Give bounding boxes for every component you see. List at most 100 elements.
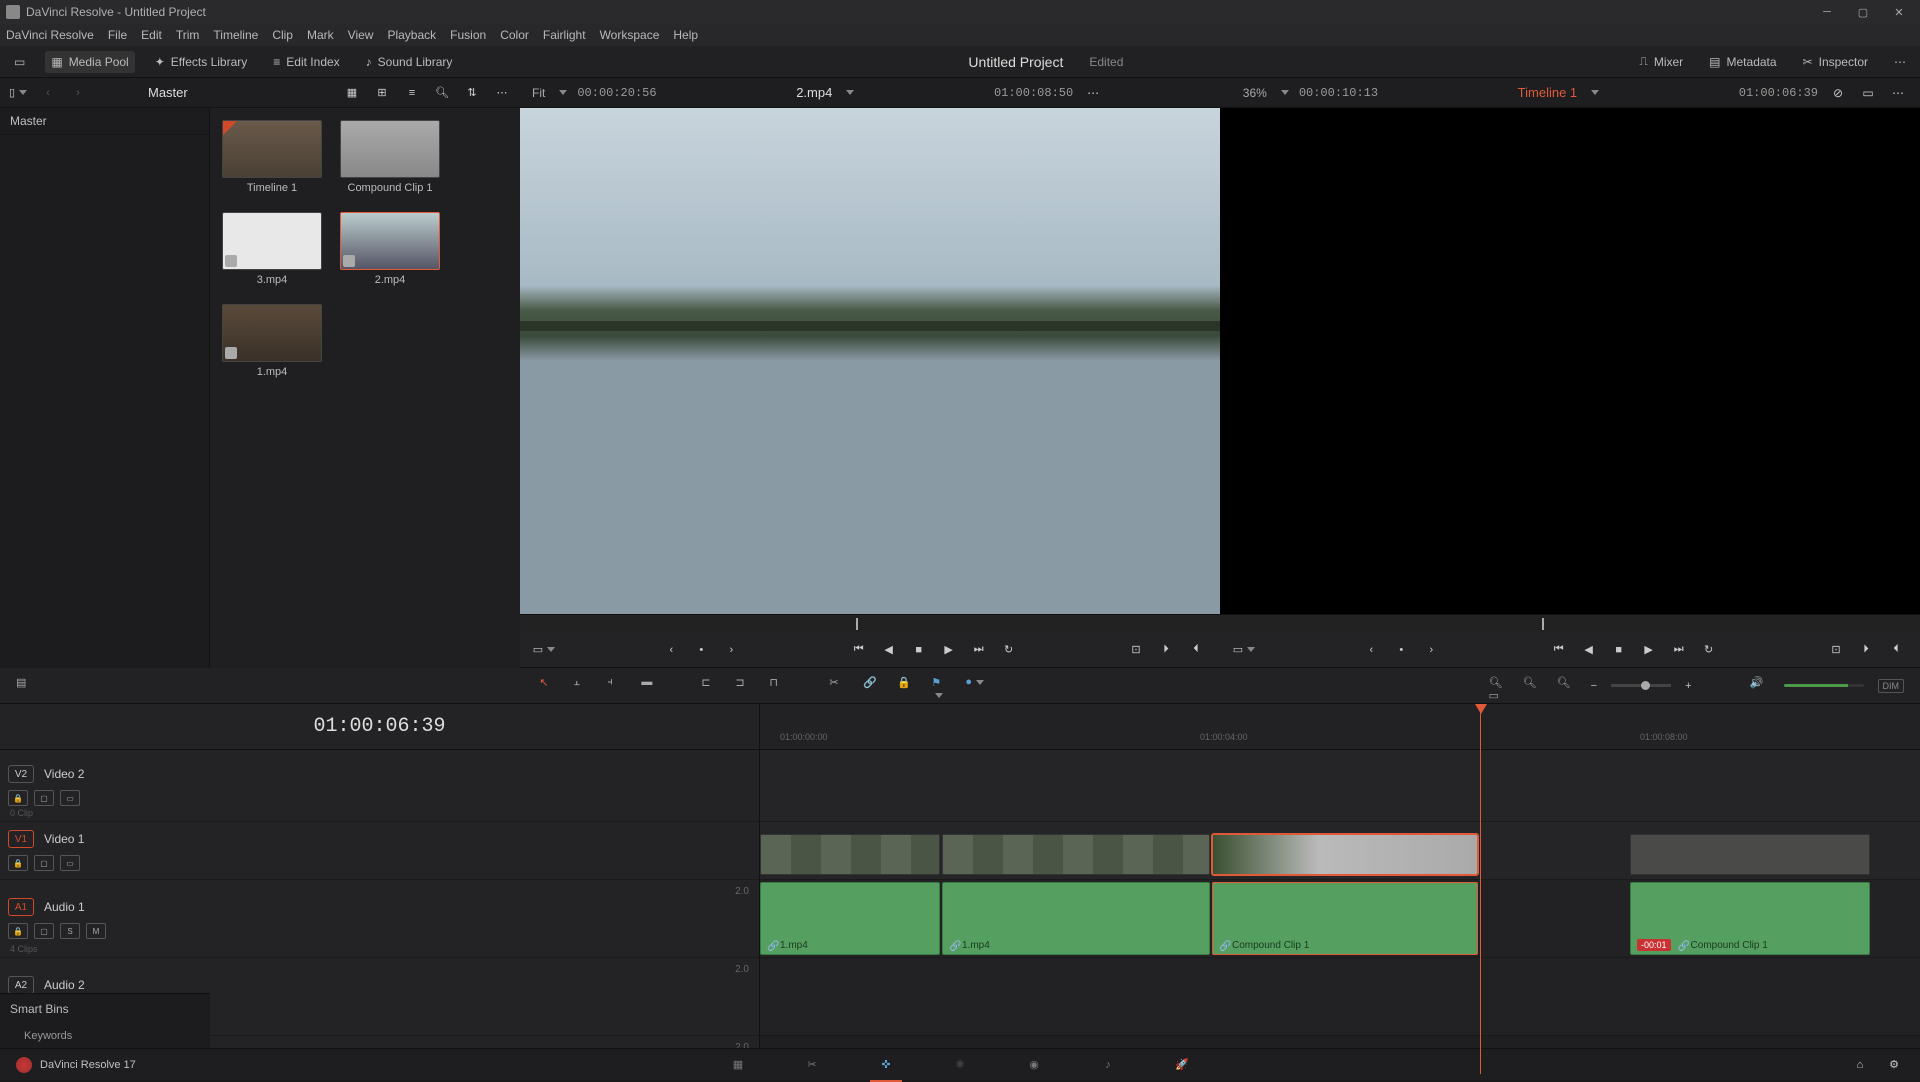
overflow-button[interactable]: ⋯ xyxy=(1888,51,1912,73)
view-list-button[interactable]: ≡ xyxy=(402,83,422,103)
clip-3mp4[interactable]: 3.mp4 xyxy=(222,212,322,286)
timeline-tracks[interactable]: 01:00:00:00 01:00:04:00 01:00:08:00 🔗1.m… xyxy=(760,704,1920,1074)
record-scrubber[interactable] xyxy=(1220,614,1920,632)
rec-next-edit-button[interactable]: › xyxy=(1421,640,1441,660)
flag-button[interactable]: ⚑ xyxy=(931,676,951,696)
rec-match-button[interactable]: ⊡ xyxy=(1826,640,1846,660)
src-prev-edit-button[interactable]: ‹ xyxy=(661,640,681,660)
lock-button[interactable]: 🔒 xyxy=(897,676,917,696)
video-clip[interactable] xyxy=(1630,834,1870,875)
audio-clip-selected[interactable]: 🔗Compound Clip 1 xyxy=(1212,882,1478,955)
fit-dropdown[interactable]: Fit xyxy=(532,86,545,100)
timeline-view-button[interactable]: ▤ xyxy=(16,676,36,696)
close-button[interactable]: ✕ xyxy=(1884,2,1914,22)
disable-button[interactable]: ▭ xyxy=(60,790,80,806)
menu-davinci[interactable]: DaVinci Resolve xyxy=(6,28,94,42)
track-lane-v1[interactable] xyxy=(760,822,1920,880)
src-play-button[interactable]: ▶ xyxy=(939,640,959,660)
edit-page-tab[interactable]: ✜ xyxy=(874,1053,898,1077)
edit-index-button[interactable]: ≡Edit Index xyxy=(267,51,345,73)
layout-button[interactable]: ▭ xyxy=(8,51,31,73)
overwrite-button[interactable]: ⊐ xyxy=(735,676,755,696)
view-thumb-button[interactable]: ▦ xyxy=(342,83,362,103)
disable-button[interactable]: ▭ xyxy=(60,855,80,871)
audio-clip[interactable]: -00:01🔗Compound Clip 1 xyxy=(1630,882,1870,955)
menu-mark[interactable]: Mark xyxy=(307,28,334,42)
source-scrubber[interactable] xyxy=(520,614,1220,632)
zoom-plus[interactable]: + xyxy=(1685,680,1691,692)
src-stop-button[interactable]: ■ xyxy=(909,640,929,660)
single-viewer-button[interactable]: ▭ xyxy=(1858,83,1878,103)
menu-color[interactable]: Color xyxy=(500,28,529,42)
nav-back-button[interactable]: ‹ xyxy=(38,83,58,103)
source-clip-name[interactable]: 2.mp4 xyxy=(796,85,832,100)
src-next-button[interactable]: ⏭ xyxy=(969,640,989,660)
link-button[interactable]: 🔗 xyxy=(863,676,883,696)
rec-loop-button[interactable]: ↻ xyxy=(1699,640,1719,660)
color-page-tab[interactable]: ◉ xyxy=(1022,1053,1046,1077)
pool-menu-button[interactable]: ▯ xyxy=(8,83,28,103)
trim-tool[interactable]: ⫠ xyxy=(573,676,593,696)
maximize-button[interactable]: ▢ xyxy=(1848,2,1878,22)
video-clip-selected[interactable] xyxy=(1212,834,1478,875)
clip-timeline1[interactable]: Timeline 1 xyxy=(222,120,322,194)
cut-page-tab[interactable]: ✂ xyxy=(800,1053,824,1077)
rec-next-button[interactable]: ⏭ xyxy=(1669,640,1689,660)
mute-button[interactable]: M xyxy=(86,923,106,939)
menu-timeline[interactable]: Timeline xyxy=(213,28,258,42)
media-page-tab[interactable]: ▦ xyxy=(726,1053,750,1077)
menu-view[interactable]: View xyxy=(348,28,374,42)
track-header-v2[interactable]: V2Video 2 🔒▢▭ 0 Clip xyxy=(0,750,759,822)
marker-button[interactable]: ● xyxy=(965,676,985,696)
source-viewer[interactable] xyxy=(520,108,1220,614)
fusion-page-tab[interactable]: ⚛ xyxy=(948,1053,972,1077)
home-button[interactable]: ⌂ xyxy=(1850,1055,1870,1075)
track-badge[interactable]: A1 xyxy=(8,898,34,916)
lock-button[interactable]: 🔒 xyxy=(8,855,28,871)
menu-fairlight[interactable]: Fairlight xyxy=(543,28,586,42)
sort-button[interactable]: ⇅ xyxy=(462,83,482,103)
search-button[interactable]: 🔍︎ xyxy=(432,83,452,103)
track-badge[interactable]: A2 xyxy=(8,976,34,994)
smart-bin-keywords[interactable]: Keywords xyxy=(0,1024,210,1048)
media-pool-button[interactable]: ▦Media Pool xyxy=(45,51,134,73)
solo-button[interactable]: S xyxy=(60,923,80,939)
rec-overflow-button[interactable]: ⋯ xyxy=(1888,83,1908,103)
src-out-button[interactable]: ⏴ xyxy=(1186,640,1206,660)
rec-mode-button[interactable]: ▭ xyxy=(1234,640,1254,660)
lock-button[interactable]: 🔒 xyxy=(8,790,28,806)
record-viewer[interactable] xyxy=(1220,108,1920,614)
audio-clip[interactable]: 🔗1.mp4 xyxy=(760,882,940,955)
menu-workspace[interactable]: Workspace xyxy=(600,28,660,42)
clip-2mp4[interactable]: 2.mp4 xyxy=(340,212,440,286)
bypass-button[interactable]: ⊘ xyxy=(1828,83,1848,103)
rec-prev-edit-button[interactable]: ‹ xyxy=(1361,640,1381,660)
src-overflow-button[interactable]: ⋯ xyxy=(1083,83,1103,103)
dynamic-trim-tool[interactable]: ⫞ xyxy=(607,676,627,696)
razor-button[interactable]: ✂ xyxy=(829,676,849,696)
blade-tool[interactable]: ▬ xyxy=(641,676,661,696)
track-badge[interactable]: V2 xyxy=(8,765,34,783)
nav-fwd-button[interactable]: › xyxy=(68,83,88,103)
menu-playback[interactable]: Playback xyxy=(387,28,436,42)
rec-in-button[interactable]: ⏵ xyxy=(1856,640,1876,660)
track-badge[interactable]: V1 xyxy=(8,830,34,848)
lock-button[interactable]: 🔒 xyxy=(8,923,28,939)
audio-clip[interactable]: 🔗1.mp4 xyxy=(942,882,1210,955)
volume-slider[interactable] xyxy=(1784,684,1864,687)
src-dot-button[interactable]: • xyxy=(691,640,711,660)
zoom-percent[interactable]: 36% xyxy=(1243,86,1267,100)
effects-library-button[interactable]: ✦Effects Library xyxy=(149,51,254,73)
rec-out-button[interactable]: ⏴ xyxy=(1886,640,1906,660)
zoom-in-button[interactable]: 🔍︎ xyxy=(1557,676,1577,696)
deliver-page-tab[interactable]: 🚀 xyxy=(1170,1053,1194,1077)
timeline-dropdown[interactable]: Timeline 1 xyxy=(1518,85,1577,100)
timeline-position-timecode[interactable]: 01:00:06:39 xyxy=(0,704,759,750)
rec-dot-button[interactable]: • xyxy=(1391,640,1411,660)
rec-prev-button[interactable]: ◀ xyxy=(1579,640,1599,660)
track-lane-v2[interactable] xyxy=(760,750,1920,822)
mute-button[interactable]: 🔊 xyxy=(1750,676,1770,696)
src-match-button[interactable]: ⊡ xyxy=(1126,640,1146,660)
src-next-edit-button[interactable]: › xyxy=(721,640,741,660)
smart-bins-header[interactable]: Smart Bins xyxy=(0,994,210,1024)
